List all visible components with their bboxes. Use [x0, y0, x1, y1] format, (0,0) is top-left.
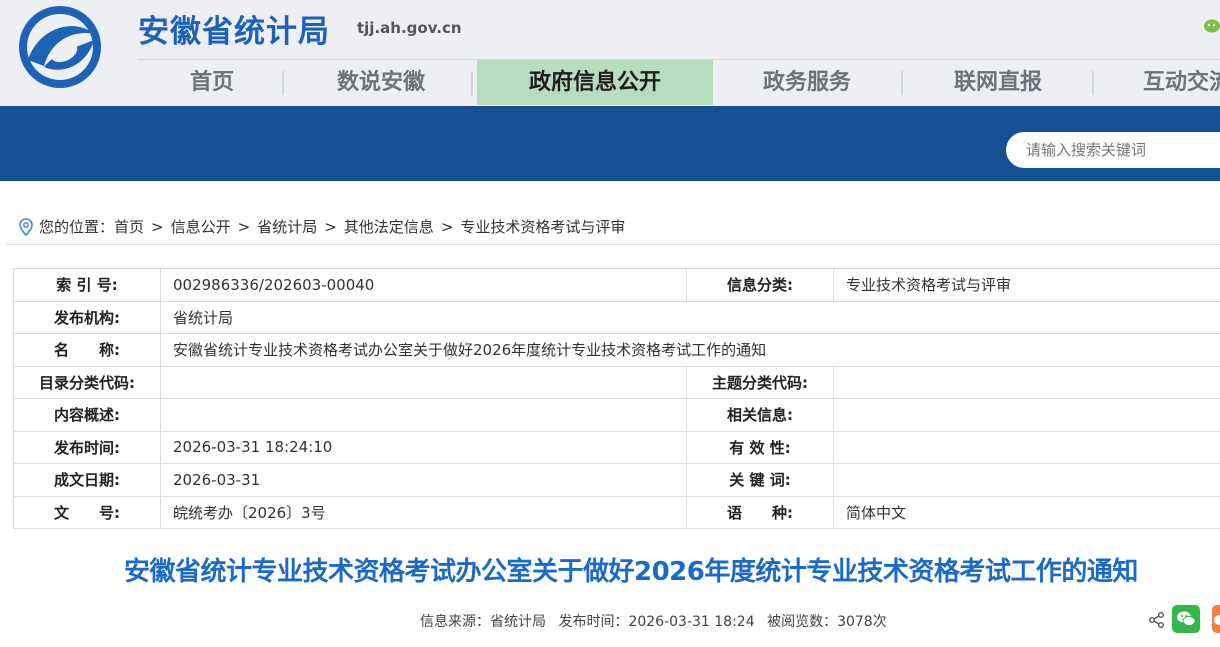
nav-item-direct-report[interactable]: 联网直报	[935, 60, 1061, 105]
topic-code-value	[833, 365, 1220, 399]
table-row: 成文日期: 2026-03-31 关 键 词:	[13, 463, 1220, 497]
category-value: 专业技术资格考试与评审	[833, 268, 1220, 302]
weibo-icon	[1214, 615, 1220, 625]
breadcrumb-divider	[6, 244, 1220, 245]
breadcrumb-other-info[interactable]: 其他法定信息	[344, 216, 434, 237]
article-meta: 信息来源：省统计局 发布时间：2026-03-31 18:24 被阅览数：307…	[420, 611, 895, 631]
weibo-share-button[interactable]	[1212, 605, 1220, 633]
language-label: 语 种:	[686, 495, 834, 529]
article-views: 被阅览数：3078次	[767, 614, 887, 630]
info-table: 索 引 号: 002986336/202603-00040 信息分类: 专业技术…	[13, 268, 1220, 529]
breadcrumb-current[interactable]: 专业技术资格考试与评审	[460, 216, 625, 237]
location-pin-icon	[19, 217, 33, 236]
site-domain: tjj.ah.gov.cn	[357, 19, 462, 37]
table-row: 文 号: 皖统考办〔2026〕3号 语 种: 简体中文	[13, 495, 1220, 529]
nav-separator	[282, 71, 284, 95]
catalog-code-label: 目录分类代码:	[13, 365, 161, 399]
breadcrumb-prefix: 您的位置：	[39, 218, 115, 236]
nav-item-data-anhui[interactable]: 数说安徽	[318, 60, 444, 105]
breadcrumb-separator: >	[237, 217, 251, 236]
breadcrumb-separator: >	[324, 217, 337, 236]
nav-separator	[901, 71, 903, 95]
main-nav: 首页 数说安徽 政府信息公开 政务服务 联网直报 互动交流	[138, 60, 1220, 105]
publisher-label: 发布机构:	[13, 300, 161, 334]
table-row: 目录分类代码: 主题分类代码:	[13, 365, 1220, 399]
table-row: 名 称: 安徽省统计专业技术资格考试办公室关于做好2026年度统计专业技术资格考…	[13, 333, 1220, 367]
nav-item-services[interactable]: 政务服务	[744, 60, 870, 105]
summary-label: 内容概述:	[13, 398, 161, 432]
search-input[interactable]	[1024, 140, 1220, 160]
nav-item-home[interactable]: 首页	[156, 60, 268, 105]
breadcrumb-home[interactable]: 首页	[114, 216, 144, 237]
doc-number-label: 文 号:	[13, 495, 161, 529]
site-header: 安徽省统计局 tjj.ah.gov.cn 首页 数说安徽 政府信息公开 政务服务…	[0, 0, 1220, 106]
nav-separator	[471, 71, 473, 95]
site-logo[interactable]	[14, 4, 106, 90]
keywords-value	[833, 463, 1220, 497]
wechat-icon	[1177, 611, 1196, 627]
name-label: 名 称:	[13, 333, 161, 367]
article-published: 发布时间：2026-03-31 18:24	[558, 614, 755, 630]
index-value: 002986336/202603-00040	[160, 268, 687, 302]
search-box[interactable]	[1006, 132, 1220, 168]
table-row: 发布机构: 省统计局	[13, 300, 1220, 334]
index-label: 索 引 号:	[13, 268, 161, 302]
breadcrumb-bureau[interactable]: 省统计局	[257, 216, 317, 237]
created-date-value: 2026-03-31	[160, 463, 687, 497]
validity-value	[833, 430, 1220, 464]
wechat-share-button[interactable]	[1172, 605, 1200, 633]
nav-separator	[1092, 71, 1094, 95]
related-label: 相关信息:	[686, 398, 834, 432]
related-value	[833, 398, 1220, 432]
keywords-label: 关 键 词:	[686, 463, 834, 497]
wechat-icon[interactable]	[1203, 18, 1220, 35]
nav-item-gov-info[interactable]: 政府信息公开	[477, 60, 713, 105]
created-date-label: 成文日期:	[13, 463, 161, 497]
summary-value	[160, 398, 687, 432]
doc-number-value: 皖统考办〔2026〕3号	[160, 495, 687, 529]
pubtime-value: 2026-03-31 18:24:10	[160, 430, 687, 464]
share-icon[interactable]	[1148, 611, 1166, 629]
pubtime-label: 发布时间:	[13, 430, 161, 464]
validity-label: 有 效 性:	[686, 430, 834, 464]
breadcrumb: 您的位置： 首页 > 信息公开 > 省统计局 > 其他法定信息 > 专业技术资格…	[18, 216, 625, 237]
article-source: 信息来源：省统计局	[420, 614, 546, 630]
breadcrumb-separator: >	[151, 217, 164, 236]
publisher-value: 省统计局	[160, 300, 1220, 334]
breadcrumb-separator: >	[440, 217, 454, 236]
language-value: 简体中文	[833, 495, 1220, 529]
topic-code-label: 主题分类代码:	[686, 365, 834, 399]
table-row: 索 引 号: 002986336/202603-00040 信息分类: 专业技术…	[13, 268, 1220, 302]
site-name[interactable]: 安徽省统计局	[138, 6, 330, 51]
table-row: 发布时间: 2026-03-31 18:24:10 有 效 性:	[13, 430, 1220, 464]
nav-item-interaction[interactable]: 互动交流	[1143, 60, 1220, 105]
name-value: 安徽省统计专业技术资格考试办公室关于做好2026年度统计专业技术资格考试工作的通…	[160, 333, 1220, 367]
breadcrumb-info-open[interactable]: 信息公开	[171, 216, 231, 237]
catalog-code-value	[160, 365, 687, 399]
category-label: 信息分类:	[686, 268, 834, 302]
table-row: 内容概述: 相关信息:	[13, 398, 1220, 432]
article-title: 安徽省统计专业技术资格考试办公室关于做好2026年度统计专业技术资格考试工作的通…	[124, 557, 1138, 587]
